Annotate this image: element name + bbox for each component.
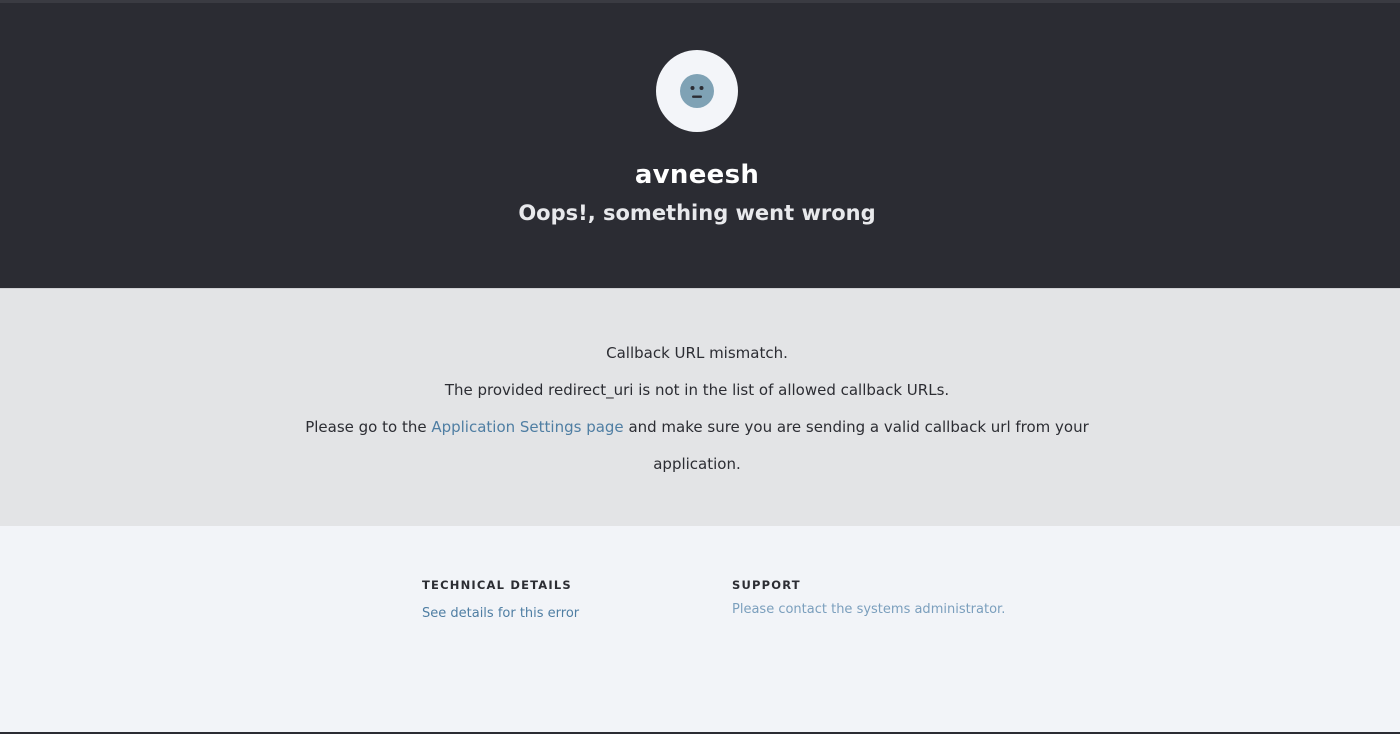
support-heading: SUPPORT	[732, 578, 801, 592]
error-instructions: Please go to the Application Settings pa…	[0, 418, 1394, 436]
error-footer: TECHNICAL DETAILS See details for this e…	[0, 526, 1400, 734]
error-header: avneesh Oops!, something went wrong	[0, 0, 1400, 288]
application-settings-link[interactable]: Application Settings page	[431, 418, 623, 436]
avatar	[656, 50, 738, 132]
sad-face-icon	[680, 74, 714, 108]
error-message-line: Callback URL mismatch.	[606, 344, 788, 362]
error-title: Oops!, something went wrong	[518, 201, 876, 225]
error-instructions-continued: application.	[653, 455, 741, 473]
instructions-suffix: and make sure you are sending a valid ca…	[623, 418, 1089, 436]
technical-details-heading: TECHNICAL DETAILS	[422, 578, 572, 592]
see-error-details-link[interactable]: See details for this error	[422, 606, 579, 621]
header-top-border	[0, 0, 1400, 3]
support-text: Please contact the systems administrator…	[732, 602, 1006, 617]
error-description: The provided redirect_uri is not in the …	[444, 381, 950, 399]
instructions-prefix: Please go to the	[305, 418, 432, 436]
app-name: avneesh	[634, 160, 760, 190]
error-message-panel: Callback URL mismatch. The provided redi…	[0, 288, 1400, 526]
